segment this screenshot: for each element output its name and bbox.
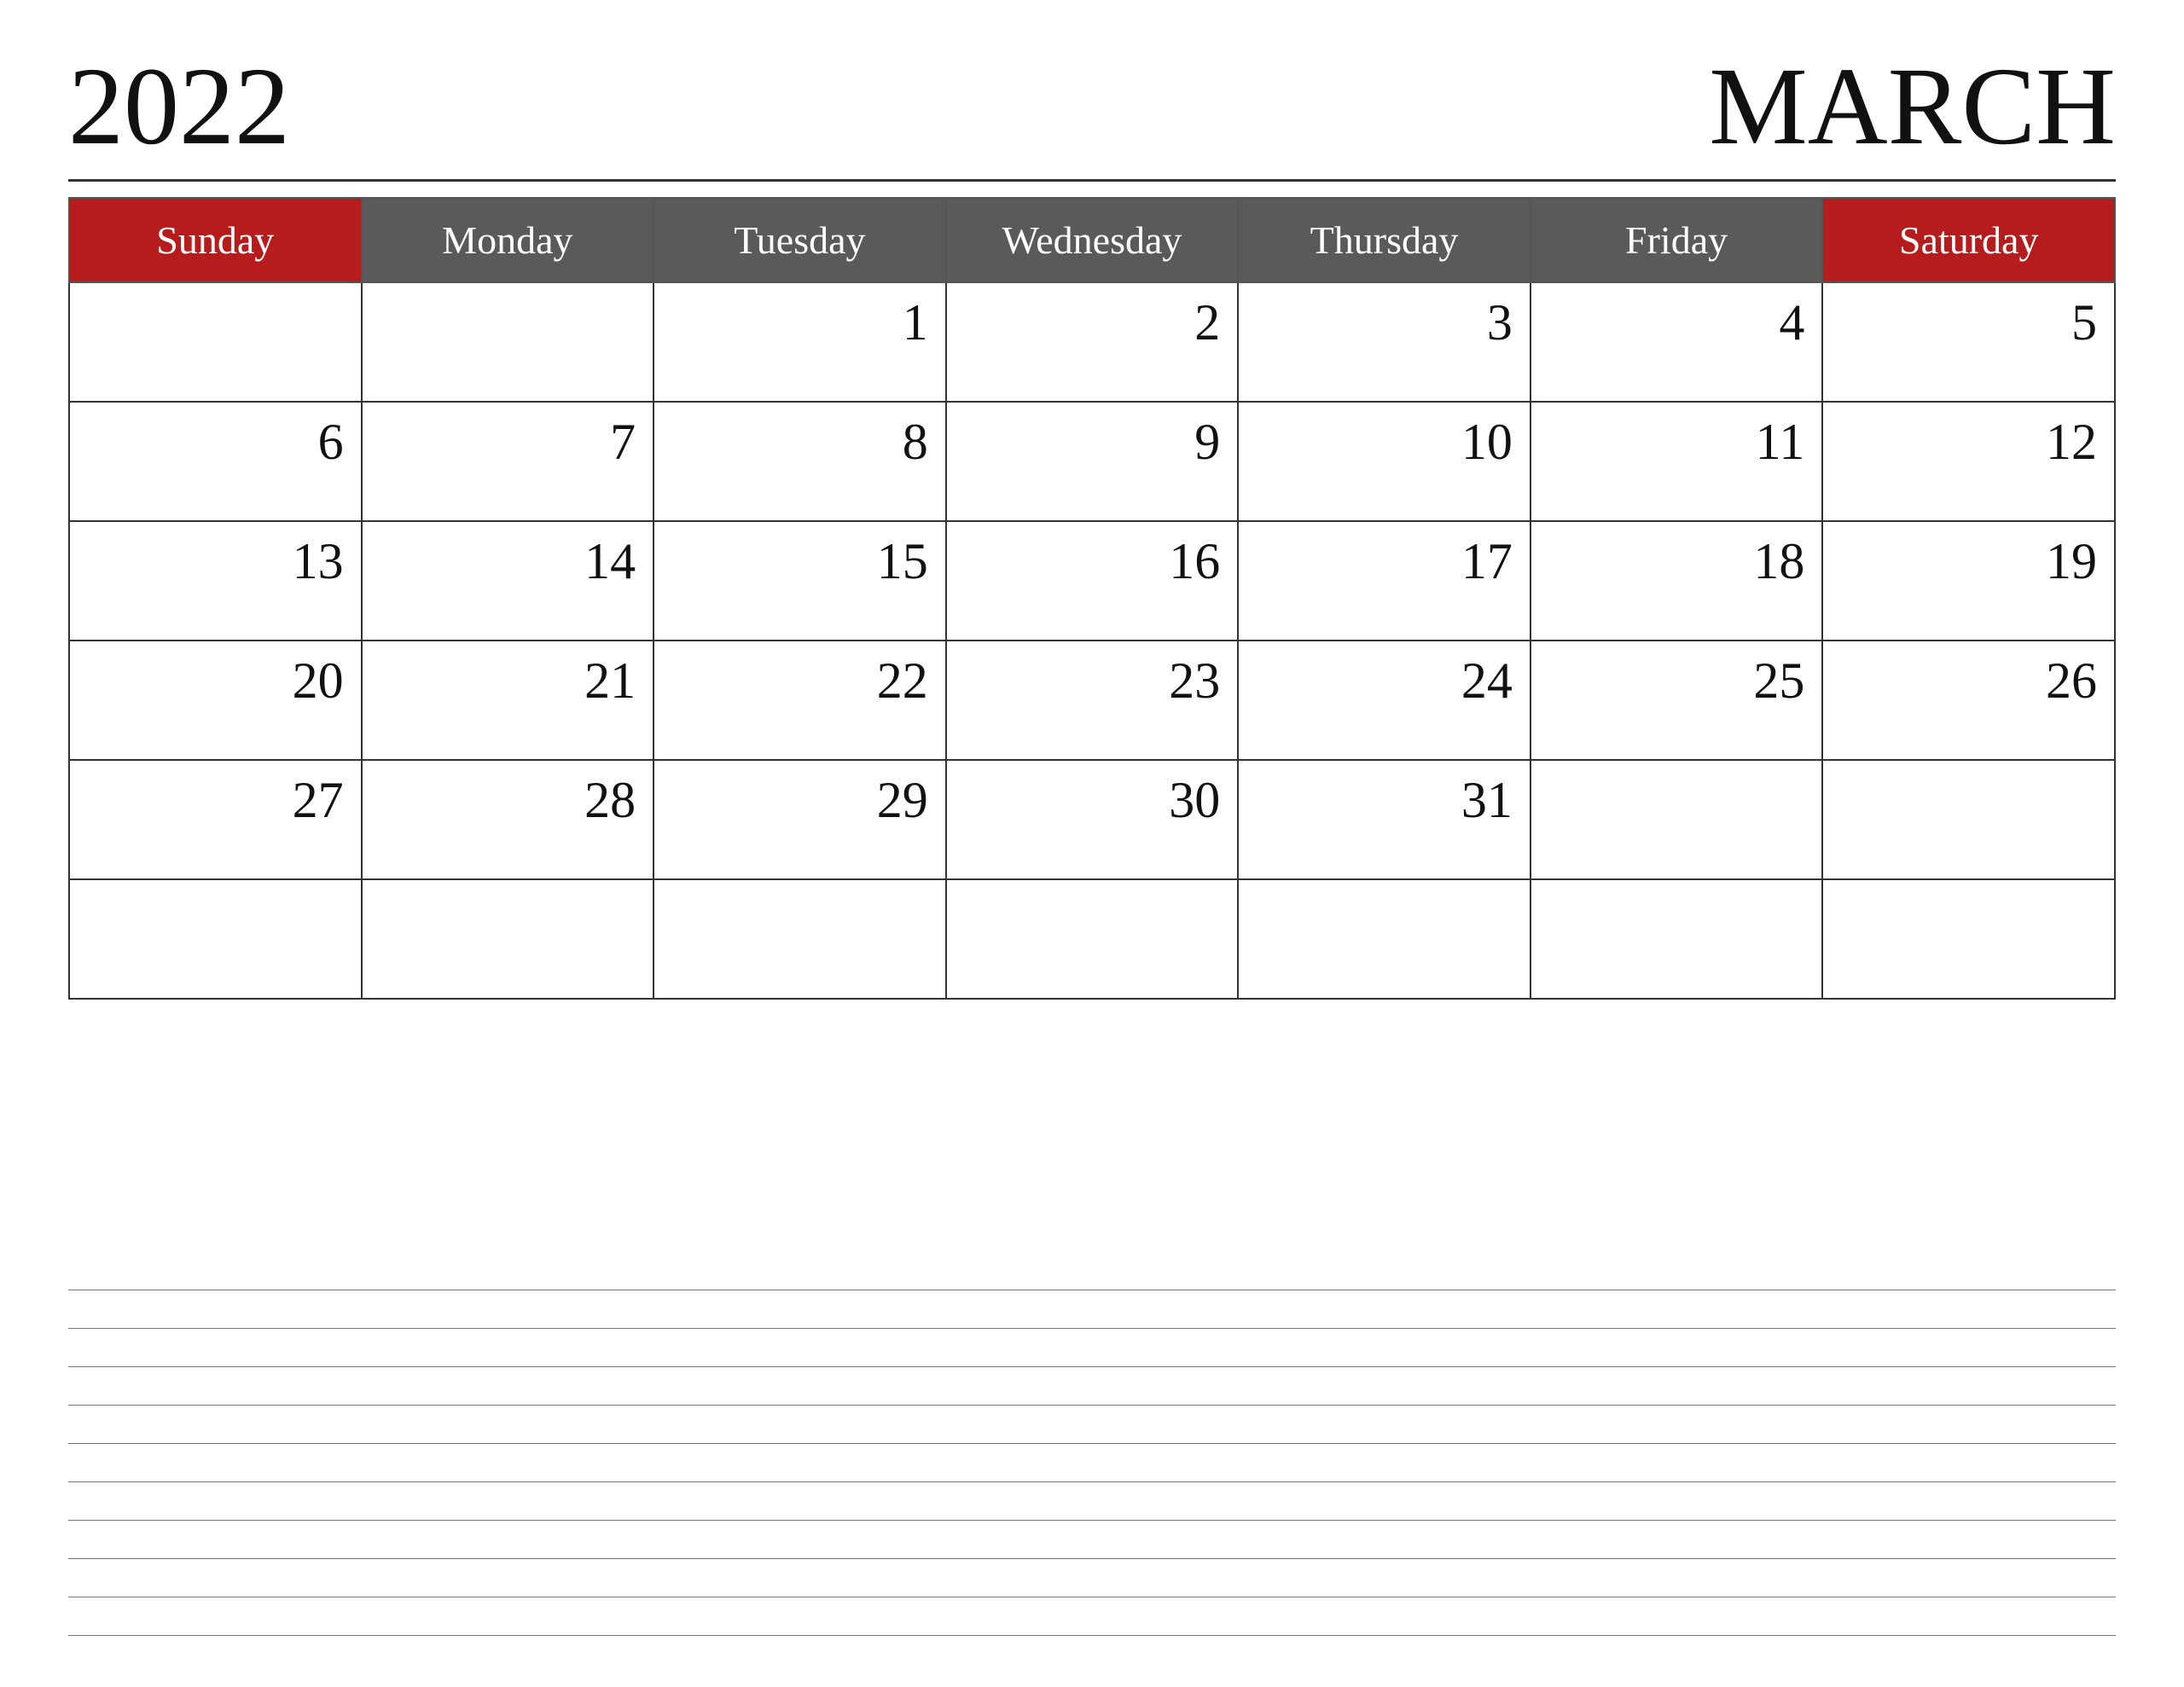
header-monday: Monday <box>362 198 654 282</box>
calendar-cell: 22 <box>653 641 946 760</box>
calendar-cell: 17 <box>1238 521 1531 641</box>
calendar-cell: 13 <box>69 521 362 641</box>
header-thursday: Thursday <box>1238 198 1531 282</box>
notes-line-8 <box>68 1558 2116 1559</box>
notes-line-7 <box>68 1520 2116 1521</box>
calendar-cell: 15 <box>653 521 946 641</box>
calendar-cell: 19 <box>1822 521 2115 641</box>
calendar-cell: 21 <box>362 641 654 760</box>
calendar-row-0: 12345 <box>69 282 2115 402</box>
header-divider <box>68 179 2116 182</box>
calendar-cell: 11 <box>1531 402 1823 521</box>
calendar-cell <box>1531 879 1823 999</box>
calendar-cell: 5 <box>1822 282 2115 402</box>
calendar-cell: 30 <box>946 760 1239 879</box>
header-tuesday: Tuesday <box>653 198 946 282</box>
calendar-cell: 24 <box>1238 641 1531 760</box>
month-label: MARCH <box>1709 51 2116 162</box>
header-sunday: Sunday <box>69 198 362 282</box>
notes-line-4 <box>68 1405 2116 1406</box>
calendar-cell <box>653 879 946 999</box>
calendar-cell: 18 <box>1531 521 1823 641</box>
calendar-cell: 3 <box>1238 282 1531 402</box>
calendar-cell: 25 <box>1531 641 1823 760</box>
calendar-cell: 31 <box>1238 760 1531 879</box>
calendar-cell: 9 <box>946 402 1239 521</box>
calendar-cell <box>69 879 362 999</box>
calendar-cell: 7 <box>362 402 654 521</box>
calendar-cell <box>1238 879 1531 999</box>
notes-line-5 <box>68 1443 2116 1444</box>
header-friday: Friday <box>1531 198 1823 282</box>
calendar-cell: 12 <box>1822 402 2115 521</box>
calendar-cell: 20 <box>69 641 362 760</box>
notes-section <box>68 1025 2116 1636</box>
calendar-cell <box>362 282 654 402</box>
calendar-cell: 1 <box>653 282 946 402</box>
calendar-cell: 27 <box>69 760 362 879</box>
calendar-table: Sunday Monday Tuesday Wednesday Thursday… <box>68 197 2116 1000</box>
calendar-row-4: 2728293031 <box>69 760 2115 879</box>
calendar-row-5 <box>69 879 2115 999</box>
calendar-cell: 26 <box>1822 641 2115 760</box>
calendar-cell <box>1822 760 2115 879</box>
calendar-cell: 6 <box>69 402 362 521</box>
calendar-cell: 14 <box>362 521 654 641</box>
header: 2022 MARCH <box>68 51 2116 162</box>
calendar-page: 2022 MARCH Sunday Monday Tuesday Wednesd… <box>0 0 2184 1687</box>
calendar-cell: 10 <box>1238 402 1531 521</box>
header-wednesday: Wednesday <box>946 198 1239 282</box>
calendar-cell: 8 <box>653 402 946 521</box>
calendar-cell: 4 <box>1531 282 1823 402</box>
notes-line-6 <box>68 1481 2116 1482</box>
calendar-cell <box>362 879 654 999</box>
year-label: 2022 <box>68 51 290 162</box>
calendar-cell <box>1822 879 2115 999</box>
notes-line-10 <box>68 1635 2116 1636</box>
calendar-cell: 23 <box>946 641 1239 760</box>
calendar-cell <box>69 282 362 402</box>
calendar-row-1: 6789101112 <box>69 402 2115 521</box>
header-saturday: Saturday <box>1822 198 2115 282</box>
calendar-cell: 29 <box>653 760 946 879</box>
notes-line-2 <box>68 1328 2116 1329</box>
days-header-row: Sunday Monday Tuesday Wednesday Thursday… <box>69 198 2115 282</box>
calendar-cell: 28 <box>362 760 654 879</box>
calendar-cell: 16 <box>946 521 1239 641</box>
calendar-cell: 2 <box>946 282 1239 402</box>
notes-line-3 <box>68 1366 2116 1367</box>
calendar-row-2: 13141516171819 <box>69 521 2115 641</box>
calendar-row-3: 20212223242526 <box>69 641 2115 760</box>
calendar-cell <box>1531 760 1823 879</box>
calendar-cell <box>946 879 1239 999</box>
